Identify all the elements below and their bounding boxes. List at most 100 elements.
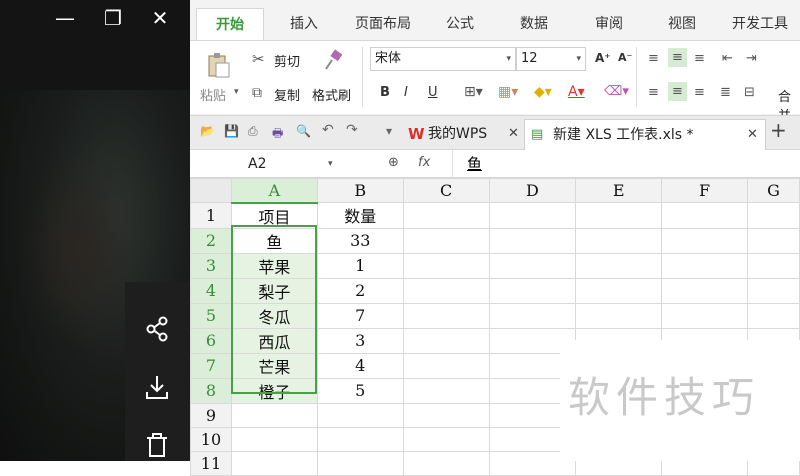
doc-tab-my-wps[interactable]: W 我的WPS ✕ [406, 119, 524, 150]
active-cell[interactable]: 鱼 [230, 227, 318, 254]
save-icon[interactable]: 💾 [224, 124, 239, 138]
cell[interactable]: 西瓜 [230, 327, 318, 354]
paste-button[interactable]: 粘贴 [200, 85, 226, 104]
doc-tab-spreadsheet[interactable]: ▤ 新建 XLS 工作表.xls * ✕ [524, 119, 766, 150]
row-header[interactable]: 10 [190, 426, 232, 452]
cell[interactable]: 1 [316, 252, 404, 279]
align-right-icon[interactable]: ≡ [694, 85, 705, 100]
tab-page-layout[interactable]: 页面布局 [355, 8, 411, 40]
cell[interactable] [316, 450, 404, 476]
undo-icon[interactable]: ↶ [322, 122, 334, 138]
row-header[interactable]: 4 [190, 277, 232, 304]
download-icon[interactable] [142, 372, 172, 402]
row-header[interactable]: 3 [190, 252, 232, 279]
underline-icon[interactable]: U [428, 85, 438, 100]
minimize-button[interactable]: — [50, 6, 80, 30]
cell[interactable]: 数量 [316, 202, 404, 229]
cell[interactable]: 3 [316, 327, 404, 354]
row-header[interactable]: 6 [190, 327, 232, 354]
fx-icon[interactable]: fx [418, 155, 430, 170]
new-tab-icon[interactable]: + [770, 118, 787, 142]
delete-icon[interactable] [142, 430, 172, 460]
open-folder-icon[interactable]: 📂 [200, 124, 215, 138]
cell[interactable]: 苹果 [230, 252, 318, 279]
row-header[interactable]: 9 [190, 402, 232, 428]
cell[interactable] [488, 302, 577, 329]
cell[interactable]: 芒果 [230, 352, 318, 379]
copy-button[interactable]: 复制 [274, 85, 300, 104]
cell[interactable] [661, 302, 749, 329]
cell[interactable] [488, 227, 577, 254]
cell[interactable]: 33 [316, 227, 404, 254]
font-name-select[interactable]: 宋体 ▾ [370, 47, 516, 71]
paste-dropdown-icon[interactable]: ▾ [234, 87, 239, 97]
format-painter-button[interactable]: 格式刷 [312, 85, 351, 104]
cell[interactable] [661, 252, 749, 279]
cell[interactable] [316, 426, 404, 452]
cell[interactable] [402, 402, 490, 428]
fill-pattern-icon[interactable]: ▦▾ [498, 84, 518, 100]
cell[interactable] [747, 302, 800, 329]
column-header[interactable]: E [575, 178, 663, 203]
cell[interactable] [575, 252, 663, 279]
tab-developer[interactable]: 开发工具 [732, 8, 788, 40]
row-header[interactable]: 8 [190, 377, 232, 404]
cell[interactable] [661, 202, 749, 229]
cell[interactable]: 梨子 [230, 277, 318, 304]
cut-button[interactable]: 剪切 [274, 51, 300, 70]
cell[interactable] [488, 202, 577, 229]
column-header[interactable]: F [661, 178, 749, 203]
zoom-icon[interactable]: ⊕ [388, 155, 399, 170]
italic-icon[interactable]: I [404, 85, 408, 100]
cell[interactable]: 4 [316, 352, 404, 379]
tab-formulas[interactable]: 公式 [446, 8, 474, 40]
cell[interactable] [402, 202, 490, 229]
paste-icon[interactable] [206, 51, 232, 79]
cell[interactable] [747, 277, 800, 304]
align-bottom-icon[interactable]: ≡ [694, 51, 705, 66]
row-header[interactable]: 5 [190, 302, 232, 329]
cell[interactable] [402, 252, 490, 279]
cell[interactable] [488, 277, 577, 304]
cell[interactable] [230, 450, 318, 476]
align-top-icon[interactable]: ≡ [648, 51, 659, 66]
cell[interactable] [402, 227, 490, 254]
cell[interactable] [661, 277, 749, 304]
font-color-icon[interactable]: A▾ [568, 84, 585, 100]
cell[interactable] [575, 277, 663, 304]
select-all-corner[interactable] [190, 178, 232, 203]
cell[interactable] [747, 252, 800, 279]
row-header[interactable]: 11 [190, 450, 232, 476]
cell[interactable] [747, 227, 800, 254]
cell[interactable] [230, 426, 318, 452]
tab-insert[interactable]: 插入 [290, 8, 318, 40]
share-icon[interactable] [142, 314, 172, 344]
cell[interactable] [402, 450, 490, 476]
align-center-icon[interactable]: ≡ [668, 82, 687, 101]
quick-access-dropdown-icon[interactable]: ▾ [386, 124, 392, 138]
cell[interactable] [402, 302, 490, 329]
column-header[interactable]: G [747, 178, 800, 203]
cell[interactable] [747, 202, 800, 229]
cell[interactable] [575, 302, 663, 329]
row-header[interactable]: 2 [190, 227, 232, 254]
cell[interactable]: 橙子 [230, 377, 318, 404]
cell[interactable] [402, 377, 490, 404]
cell[interactable]: 项目 [230, 202, 318, 229]
tab-review[interactable]: 审阅 [595, 8, 623, 40]
decrease-font-icon[interactable]: A⁻ [618, 51, 632, 64]
row-header[interactable]: 7 [190, 352, 232, 379]
tab-view[interactable]: 视图 [668, 8, 696, 40]
close-button[interactable]: ✕ [145, 6, 175, 30]
cell[interactable] [316, 402, 404, 428]
close-tab-icon[interactable]: ✕ [747, 120, 758, 150]
border-icon[interactable]: ⊞▾ [464, 84, 483, 100]
cell[interactable] [230, 402, 318, 428]
tab-home[interactable]: 开始 [196, 8, 264, 40]
row-header[interactable]: 1 [190, 202, 232, 229]
justify-icon[interactable]: ≣ [720, 85, 731, 100]
close-tab-icon[interactable]: ✕ [508, 119, 519, 149]
cell[interactable] [488, 252, 577, 279]
font-size-select[interactable]: 12 ▾ [516, 47, 586, 71]
clear-format-icon[interactable]: ⌫▾ [604, 84, 629, 99]
